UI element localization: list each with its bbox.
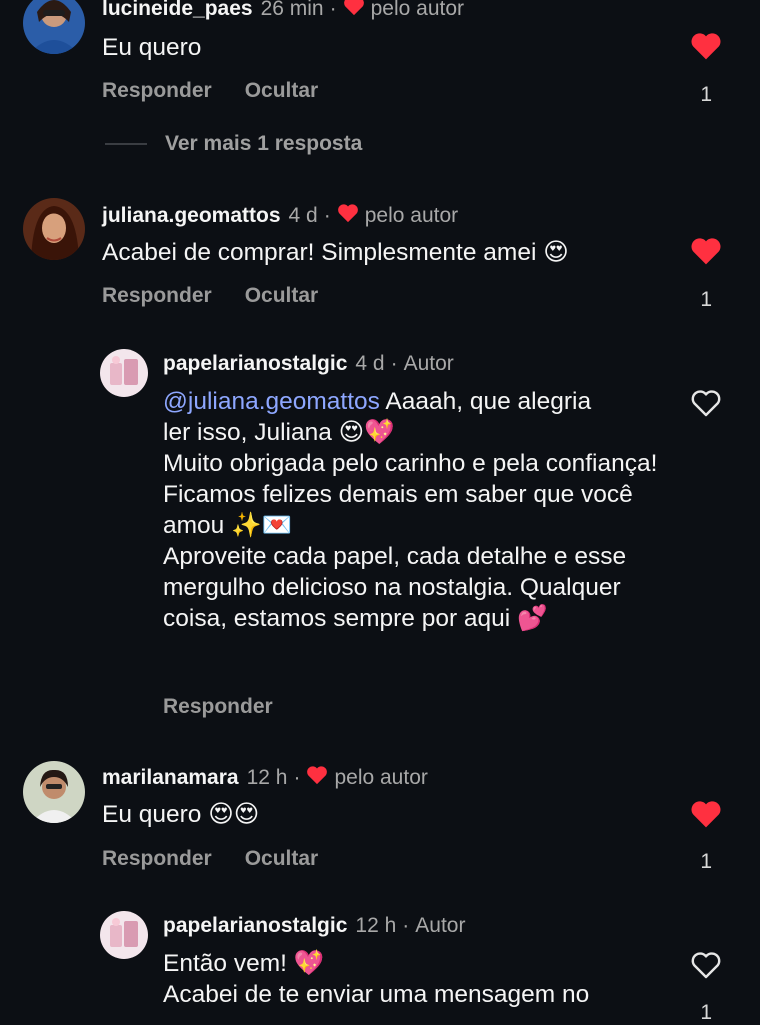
comment-actions: Responder Ocultar [102, 284, 318, 308]
reply-line: Então vem! 💖 [163, 950, 325, 977]
liked-by-author-label: pelo autor [364, 204, 459, 227]
comment-text: Eu quero [102, 34, 202, 61]
timestamp: 4 d [355, 352, 385, 375]
like-count: 1 [700, 1001, 712, 1024]
avatar[interactable] [23, 0, 85, 54]
comment-meta: lucineide_paes 26 min · pelo autor [102, 0, 464, 22]
reply-button[interactable]: Responder [102, 847, 212, 871]
hide-button[interactable]: Ocultar [245, 847, 319, 871]
reply-meta: papelarianostalgic 4 d · Autor [163, 352, 454, 376]
like-heart-icon[interactable] [690, 236, 722, 266]
reply-button[interactable]: Responder [102, 79, 212, 103]
comment-actions: Responder Ocultar [102, 847, 318, 871]
like-count: 1 [700, 288, 712, 311]
reply-button[interactable]: Responder [163, 695, 273, 719]
avatar[interactable] [23, 198, 85, 260]
comment-meta: marilanamara 12 h · pelo autor [102, 765, 428, 791]
comment-actions: Responder Ocultar [102, 79, 318, 103]
username[interactable]: lucineide_paes [102, 0, 253, 21]
like-count: 1 [700, 850, 712, 873]
reply-button[interactable]: Responder [102, 284, 212, 308]
like-heart-icon[interactable] [690, 31, 722, 61]
comment-text: Acabei de comprar! Simplesmente amei 😍 [102, 239, 569, 266]
view-more-label[interactable]: Ver mais 1 resposta [165, 132, 362, 156]
view-more-replies[interactable]: Ver mais 1 resposta [105, 132, 362, 156]
author-heart-icon [337, 203, 359, 229]
reply-line: ler isso, Juliana 😍💖 [163, 419, 395, 446]
author-badge: Autor [415, 914, 466, 937]
username[interactable]: marilanamara [102, 766, 239, 790]
hide-button[interactable]: Ocultar [245, 79, 319, 103]
author-heart-icon [343, 0, 365, 22]
reply-line: Acabei de te enviar uma mensagem no [163, 981, 590, 1008]
like-count: 1 [700, 83, 712, 106]
timestamp: 26 min [260, 0, 324, 20]
reply-text: Então vem! 💖 Acabei de te enviar uma men… [163, 948, 683, 1010]
hide-button[interactable]: Ocultar [245, 284, 319, 308]
reply-line: @juliana.geomattos Aaaah, que alegria [163, 388, 592, 415]
timestamp: 12 h [355, 914, 397, 937]
reply-text: @juliana.geomattos Aaaah, que alegria le… [163, 386, 663, 634]
divider [105, 143, 147, 145]
mention-link[interactable]: @juliana.geomattos [163, 388, 380, 415]
reply-actions: Responder [163, 695, 273, 719]
author-heart-icon [306, 765, 328, 791]
comment-meta: juliana.geomattos 4 d · pelo autor [102, 203, 459, 229]
reply-paragraph: Muito obrigada pelo carinho e pela confi… [163, 450, 658, 539]
username[interactable]: juliana.geomattos [102, 204, 281, 228]
avatar[interactable] [23, 761, 85, 823]
avatar[interactable] [100, 911, 148, 959]
comment-text: Eu quero 😍😍 [102, 801, 260, 828]
liked-by-author-label: pelo autor [334, 766, 428, 789]
avatar[interactable] [100, 349, 148, 397]
like-heart-outline-icon[interactable] [690, 388, 722, 418]
username[interactable]: papelarianostalgic [163, 352, 347, 376]
username[interactable]: papelarianostalgic [163, 914, 347, 938]
reply-meta: papelarianostalgic 12 h · Autor [163, 914, 466, 938]
timestamp: 12 h [246, 766, 288, 789]
liked-by-author-label: pelo autor [370, 0, 465, 20]
like-heart-outline-icon[interactable] [690, 950, 722, 980]
like-heart-icon[interactable] [690, 799, 722, 829]
reply-paragraph: Aproveite cada papel, cada detalhe e ess… [163, 543, 627, 632]
author-badge: Autor [403, 352, 454, 375]
timestamp: 4 d [288, 204, 318, 227]
